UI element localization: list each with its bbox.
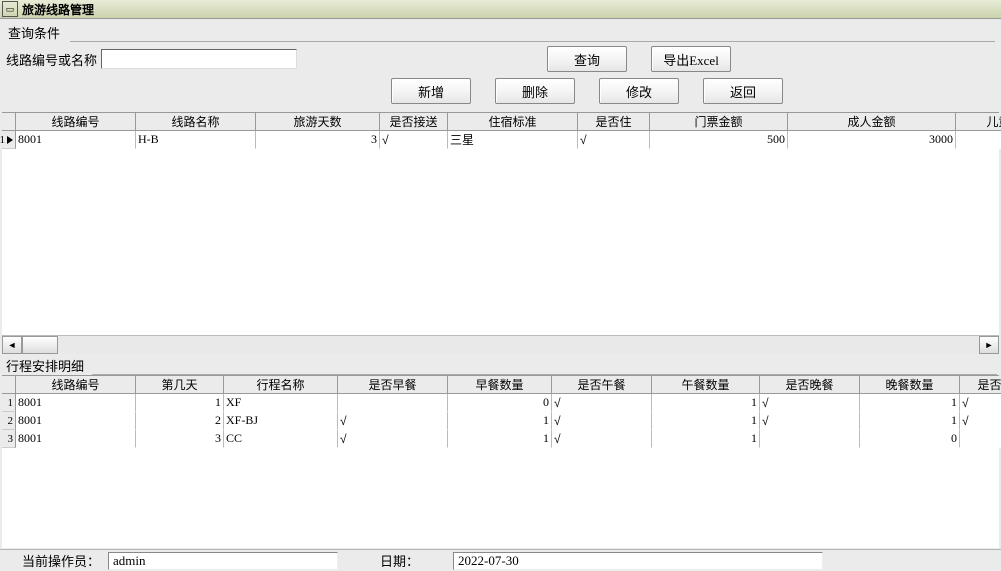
row-indicator: 2 [2, 412, 16, 430]
cell-name[interactable]: XF-BJ [224, 412, 338, 430]
operator-label: 当前操作员： [22, 551, 100, 570]
cell-day[interactable]: 3 [136, 430, 224, 448]
col-ticket[interactable]: 门票金额 [650, 113, 788, 131]
cell-pickup[interactable]: √ [380, 131, 448, 149]
cell-lu[interactable]: √ [552, 412, 652, 430]
routes-grid[interactable]: 线路编号 线路名称 旅游天数 是否接送 住宿标准 是否住 门票金额 成人金额 儿… [2, 113, 999, 149]
cell-di[interactable]: √ [760, 394, 860, 412]
cell-name[interactable]: XF [224, 394, 338, 412]
scroll-track[interactable] [58, 336, 979, 354]
cell-code[interactable]: 8001 [16, 394, 136, 412]
col-days[interactable]: 旅游天数 [256, 113, 380, 131]
cell-lodging[interactable]: 三星 [448, 131, 578, 149]
col2-bfn[interactable]: 早餐数量 [448, 376, 552, 394]
cell-lu[interactable]: √ [552, 394, 652, 412]
cell-name[interactable]: CC [224, 430, 338, 448]
edit-button[interactable]: 修改 [599, 78, 679, 104]
col2-din[interactable]: 晚餐数量 [860, 376, 960, 394]
cell-di[interactable] [760, 430, 860, 448]
cell-bf[interactable]: √ [338, 430, 448, 448]
query-button[interactable]: 查询 [547, 46, 627, 72]
cell-bfn[interactable]: 0 [448, 394, 552, 412]
detail-legend: 行程安排明细 [4, 356, 86, 375]
cell-din[interactable]: 1 [860, 394, 960, 412]
cell-bfn[interactable]: 1 [448, 430, 552, 448]
cell-child[interactable]: 26 [956, 131, 1001, 149]
date-value: 2022-07-30 [453, 552, 823, 570]
query-legend: 查询条件 [6, 23, 62, 42]
cell-extra[interactable]: √ [960, 412, 1001, 430]
routes-hscrollbar[interactable]: ◄ ► [2, 335, 999, 354]
cell-di[interactable]: √ [760, 412, 860, 430]
current-row-arrow-icon [7, 136, 13, 144]
cell-code[interactable]: 8001 [16, 412, 136, 430]
col-child[interactable]: 儿童金额 [956, 113, 1001, 131]
cell-lu[interactable]: √ [552, 430, 652, 448]
row-indicator: 1 [2, 131, 16, 149]
cell-day[interactable]: 1 [136, 394, 224, 412]
export-excel-button[interactable]: 导出Excel [651, 46, 731, 72]
add-button[interactable]: 新增 [391, 78, 471, 104]
cell-lun[interactable]: 1 [652, 430, 760, 448]
col2-lu[interactable]: 是否午餐 [552, 376, 652, 394]
cell-din[interactable]: 1 [860, 412, 960, 430]
col2-code[interactable]: 线路编号 [16, 376, 136, 394]
scroll-thumb[interactable] [22, 336, 58, 354]
cell-adult[interactable]: 3000 [788, 131, 956, 149]
row-indicator: 1 [2, 394, 16, 412]
row-indicator: 3 [2, 430, 16, 448]
row-header-corner [2, 376, 16, 394]
grid-empty-area [2, 448, 999, 548]
cell-day[interactable]: 2 [136, 412, 224, 430]
status-bar: 当前操作员： admin 日期： 2022-07-30 [0, 549, 1001, 571]
window-titlebar: ▭ 旅游线路管理 [0, 0, 1001, 19]
cell-extra[interactable] [960, 430, 1001, 448]
col2-extra[interactable]: 是否 [960, 376, 1001, 394]
cell-stay[interactable]: √ [578, 131, 650, 149]
col2-lun[interactable]: 午餐数量 [652, 376, 760, 394]
cell-ticket[interactable]: 500 [650, 131, 788, 149]
operator-value: admin [108, 552, 338, 570]
cell-bfn[interactable]: 1 [448, 412, 552, 430]
search-input[interactable] [101, 49, 297, 69]
cell-days[interactable]: 3 [256, 131, 380, 149]
col2-name[interactable]: 行程名称 [224, 376, 338, 394]
cell-extra[interactable]: √ [960, 394, 1001, 412]
cell-code[interactable]: 8001 [16, 131, 136, 149]
cell-din[interactable]: 0 [860, 430, 960, 448]
cell-lun[interactable]: 1 [652, 412, 760, 430]
grid-empty-area [2, 149, 999, 335]
col-route-code[interactable]: 线路编号 [16, 113, 136, 131]
back-button[interactable]: 返回 [703, 78, 783, 104]
col-pickup[interactable]: 是否接送 [380, 113, 448, 131]
col-lodging[interactable]: 住宿标准 [448, 113, 578, 131]
itinerary-grid[interactable]: 线路编号 第几天 行程名称 是否早餐 早餐数量 是否午餐 午餐数量 是否晚餐 晚… [2, 376, 999, 448]
cell-bf[interactable] [338, 394, 448, 412]
window-title: 旅游线路管理 [22, 1, 94, 18]
cell-name[interactable]: H-B [136, 131, 256, 149]
cell-code[interactable]: 8001 [16, 430, 136, 448]
col-stay[interactable]: 是否住 [578, 113, 650, 131]
col-adult[interactable]: 成人金额 [788, 113, 956, 131]
scroll-left-icon[interactable]: ◄ [2, 336, 22, 354]
col2-day[interactable]: 第几天 [136, 376, 224, 394]
cell-bf[interactable]: √ [338, 412, 448, 430]
search-label: 线路编号或名称 [6, 50, 97, 69]
row-header-corner [2, 113, 16, 131]
col2-di[interactable]: 是否晚餐 [760, 376, 860, 394]
date-label: 日期： [380, 551, 419, 570]
window-icon: ▭ [2, 1, 18, 17]
cell-lun[interactable]: 1 [652, 394, 760, 412]
scroll-right-icon[interactable]: ► [979, 336, 999, 354]
delete-button[interactable]: 删除 [495, 78, 575, 104]
col2-bf[interactable]: 是否早餐 [338, 376, 448, 394]
col-route-name[interactable]: 线路名称 [136, 113, 256, 131]
